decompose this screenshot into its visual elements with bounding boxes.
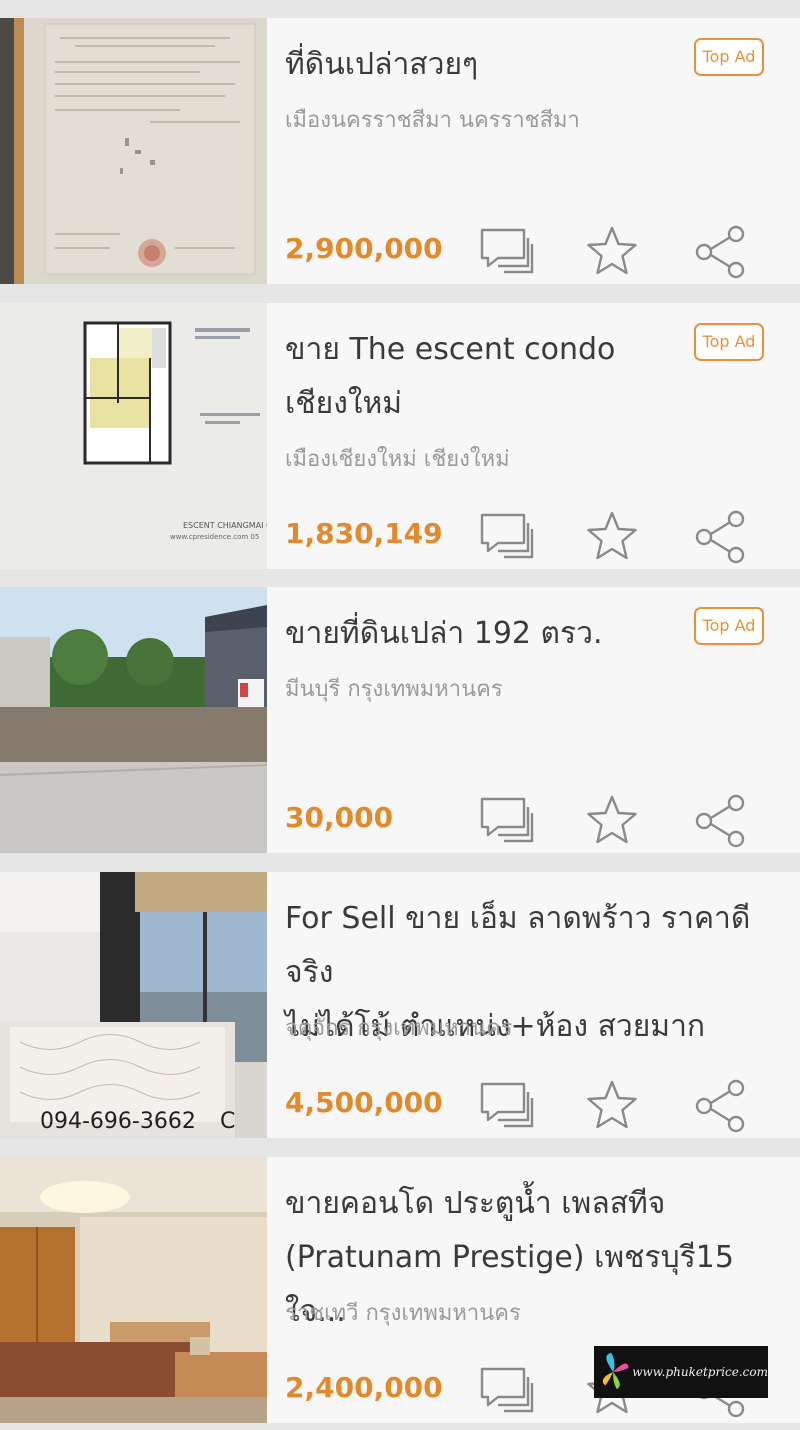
- listing-card[interactable]: ESCENT CHIANGMAI CO www.cpresidence.com …: [0, 303, 800, 569]
- listing-content: ขาย The escent condo เชียงใหม่ Top Ad เม…: [285, 303, 785, 569]
- chat-bubbles-icon: [480, 228, 534, 274]
- flower-logo-icon: [602, 1352, 629, 1390]
- share-button[interactable]: [692, 793, 748, 849]
- top-ad-badge: Top Ad: [694, 38, 764, 76]
- listing-location: เมืองเชียงใหม่ เชียงใหม่: [285, 447, 510, 472]
- share-icon: [695, 225, 745, 279]
- listing-price: 4,500,000: [285, 1086, 443, 1119]
- listing-content: For Sell ขาย เอ็ม ลาดพร้าว ราคาดีจริง ไม…: [285, 872, 785, 1138]
- chat-bubbles-icon: [480, 513, 534, 559]
- listing-thumbnail[interactable]: 094-696-3662 C: [0, 872, 267, 1138]
- chat-button[interactable]: [478, 509, 534, 565]
- share-icon: [695, 510, 745, 564]
- top-ad-badge: Top Ad: [694, 323, 764, 361]
- top-ad-badge: Top Ad: [694, 607, 764, 645]
- listing-price: 1,830,149: [285, 517, 443, 550]
- star-icon: [587, 511, 637, 560]
- star-icon: [587, 795, 637, 844]
- chat-bubbles-icon: [480, 797, 534, 843]
- chat-button[interactable]: [478, 1078, 534, 1134]
- share-button[interactable]: [692, 1078, 748, 1134]
- listing-price: 2,400,000: [285, 1371, 443, 1404]
- chat-button[interactable]: [478, 1363, 534, 1419]
- thumb-caption: ESCENT CHIANGMAI CO: [183, 521, 267, 530]
- listing-price: 30,000: [285, 801, 394, 834]
- favorite-button[interactable]: [584, 509, 640, 565]
- listing-thumbnail[interactable]: [0, 587, 267, 853]
- favorite-button[interactable]: [584, 1078, 640, 1134]
- star-icon: [587, 226, 637, 275]
- thumb-phone-overlay: 094-696-3662: [40, 1109, 196, 1134]
- chat-bubbles-icon: [480, 1367, 534, 1413]
- chat-button[interactable]: [478, 224, 534, 280]
- listing-location: จตุจักร กรุงเทพมหานคร: [285, 1016, 513, 1041]
- star-icon: [587, 1080, 637, 1129]
- chat-button[interactable]: [478, 793, 534, 849]
- listing-card[interactable]: ขายที่ดินเปล่า 192 ตรว. Top Ad มีนบุรี ก…: [0, 587, 800, 853]
- thumb-caption: www.cpresidence.com 05: [170, 533, 259, 541]
- listing-price: 2,900,000: [285, 232, 443, 265]
- listing-card[interactable]: ที่ดินเปล่าสวยๆ Top Ad เมืองนครราชสีมา น…: [0, 18, 800, 284]
- listing-location: ราชเทวี กรุงเทพมหานคร: [285, 1301, 521, 1326]
- listing-content: ขายที่ดินเปล่า 192 ตรว. Top Ad มีนบุรี ก…: [285, 587, 785, 853]
- listing-feed: ที่ดินเปล่าสวยๆ Top Ad เมืองนครราชสีมา น…: [0, 0, 800, 1430]
- share-button[interactable]: [692, 509, 748, 565]
- listing-title[interactable]: ที่ดินเปล่าสวยๆ: [285, 38, 685, 92]
- listing-content: ที่ดินเปล่าสวยๆ Top Ad เมืองนครราชสีมา น…: [285, 18, 785, 284]
- share-button[interactable]: [692, 224, 748, 280]
- listing-location: มีนบุรี กรุงเทพมหานคร: [285, 677, 503, 702]
- watermark: www.phuketprice.com: [594, 1346, 768, 1398]
- listing-location: เมืองนครราชสีมา นครราชสีมา: [285, 108, 580, 133]
- listing-thumbnail[interactable]: [0, 1157, 267, 1423]
- favorite-button[interactable]: [584, 793, 640, 849]
- chat-bubbles-icon: [480, 1082, 534, 1128]
- listing-title[interactable]: ขาย The escent condo เชียงใหม่: [285, 323, 685, 431]
- listing-thumbnail[interactable]: [0, 18, 267, 284]
- favorite-button[interactable]: [584, 224, 640, 280]
- watermark-text: www.phuketprice.com: [632, 1365, 768, 1379]
- listing-card[interactable]: 094-696-3662 C For Sell ขาย เอ็ม ลาดพร้า…: [0, 872, 800, 1138]
- thumb-caption: C: [220, 1109, 235, 1134]
- share-icon: [695, 1079, 745, 1133]
- share-icon: [695, 794, 745, 848]
- listing-title[interactable]: ขายที่ดินเปล่า 192 ตรว.: [285, 607, 685, 661]
- listing-thumbnail[interactable]: ESCENT CHIANGMAI CO www.cpresidence.com …: [0, 303, 267, 569]
